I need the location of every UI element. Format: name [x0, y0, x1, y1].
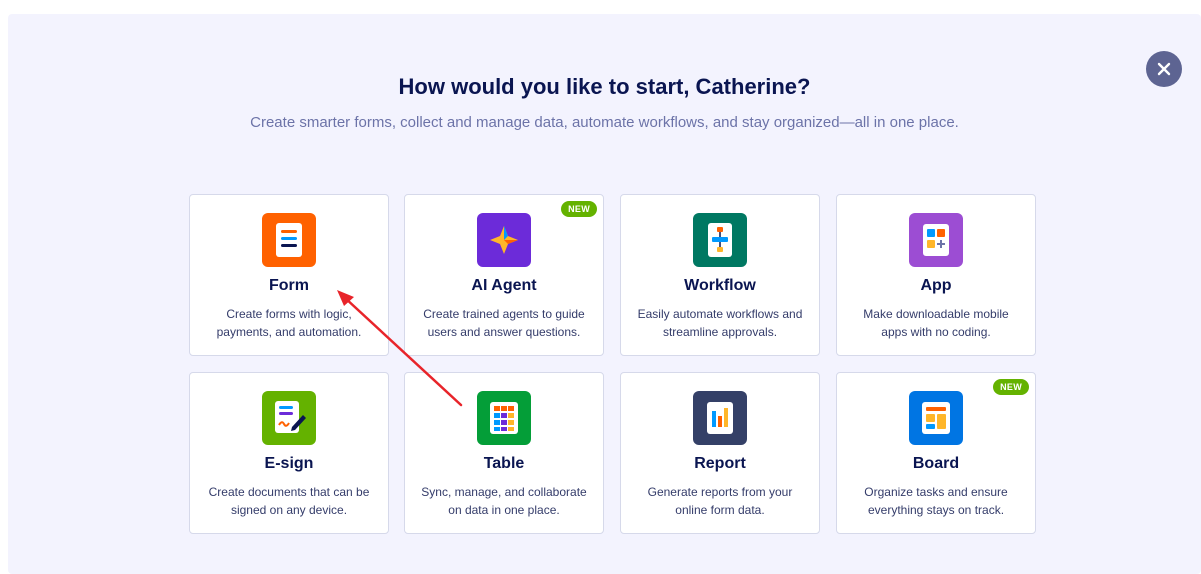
card-title: Board — [837, 455, 1035, 473]
ai-agent-icon — [477, 213, 531, 267]
card-description-line: Sync, manage, and collaborate — [413, 483, 595, 501]
modal-title: How would you like to start, Catherine? — [8, 74, 1201, 100]
card-description: Make downloadable mobile apps with no co… — [845, 305, 1027, 341]
card-description-line: Organize tasks and ensure — [845, 483, 1027, 501]
card-description-line: Create forms with logic, — [198, 305, 380, 323]
close-button[interactable] — [1146, 51, 1182, 87]
card-description: Create documents that can be signed on a… — [198, 483, 380, 519]
close-icon — [1157, 62, 1171, 76]
card-description-line: apps with no coding. — [845, 323, 1027, 341]
card-description-line: Create trained agents to guide — [413, 305, 595, 323]
card-description: Organize tasks and ensure everything sta… — [845, 483, 1027, 519]
card-description-line: users and answer questions. — [413, 323, 595, 341]
card-description-line: online form data. — [629, 501, 811, 519]
card-description-line: payments, and automation. — [198, 323, 380, 341]
card-description: Easily automate workflows and streamline… — [629, 305, 811, 341]
card-table[interactable]: Table Sync, manage, and collaborate on d… — [404, 372, 604, 534]
new-badge: NEW — [993, 379, 1029, 395]
card-description: Create forms with logic, payments, and a… — [198, 305, 380, 341]
card-title: Table — [405, 455, 603, 473]
modal-subtitle: Create smarter forms, collect and manage… — [8, 114, 1201, 131]
esign-icon — [262, 391, 316, 445]
card-title: Workflow — [621, 277, 819, 295]
card-description-line: signed on any device. — [198, 501, 380, 519]
card-description: Generate reports from your online form d… — [629, 483, 811, 519]
card-report[interactable]: Report Generate reports from your online… — [620, 372, 820, 534]
card-description-line: Create documents that can be — [198, 483, 380, 501]
card-description: Create trained agents to guide users and… — [413, 305, 595, 341]
new-badge: NEW — [561, 201, 597, 217]
card-app[interactable]: App Make downloadable mobile apps with n… — [836, 194, 1036, 356]
card-description-line: streamline approvals. — [629, 323, 811, 341]
card-ai-agent[interactable]: NEW AI Agent Create trained agents to gu… — [404, 194, 604, 356]
report-icon — [693, 391, 747, 445]
app-icon — [909, 213, 963, 267]
board-icon — [909, 391, 963, 445]
table-icon — [477, 391, 531, 445]
card-workflow[interactable]: Workflow Easily automate workflows and s… — [620, 194, 820, 356]
card-description-line: Make downloadable mobile — [845, 305, 1027, 323]
card-board[interactable]: NEW Board Organize tasks and ensure ever… — [836, 372, 1036, 534]
form-icon — [262, 213, 316, 267]
card-description-line: Generate reports from your — [629, 483, 811, 501]
card-title: Form — [190, 277, 388, 295]
card-title: AI Agent — [405, 277, 603, 295]
card-description: Sync, manage, and collaborate on data in… — [413, 483, 595, 519]
card-form[interactable]: Form Create forms with logic, payments, … — [189, 194, 389, 356]
card-title: App — [837, 277, 1035, 295]
card-description-line: Easily automate workflows and — [629, 305, 811, 323]
card-esign[interactable]: E-sign Create documents that can be sign… — [189, 372, 389, 534]
card-title: Report — [621, 455, 819, 473]
card-description-line: on data in one place. — [413, 501, 595, 519]
workflow-icon — [693, 213, 747, 267]
card-description-line: everything stays on track. — [845, 501, 1027, 519]
card-title: E-sign — [190, 455, 388, 473]
